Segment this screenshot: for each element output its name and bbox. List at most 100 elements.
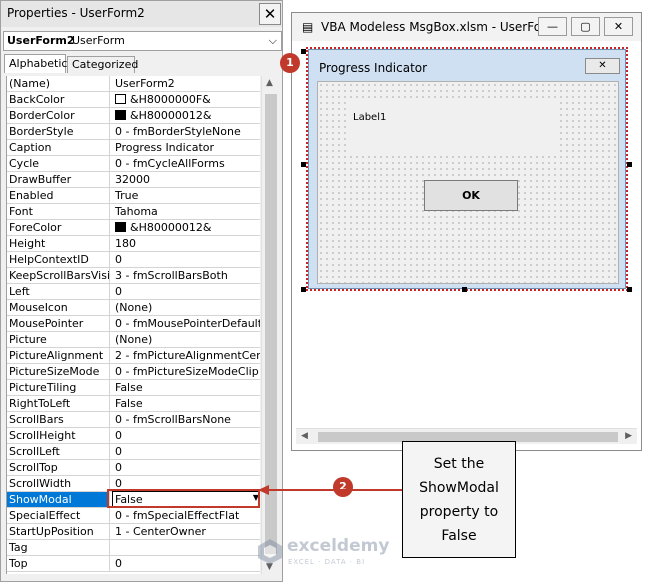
- ok-button[interactable]: OK: [424, 180, 518, 211]
- resize-handle[interactable]: [301, 49, 306, 54]
- property-value[interactable]: 0: [113, 556, 260, 571]
- property-row-top[interactable]: Top 0: [7, 556, 260, 572]
- property-value[interactable]: UserForm2: [113, 76, 260, 91]
- property-row-name[interactable]: (Name) UserForm2: [7, 76, 260, 92]
- property-value[interactable]: 2 - fmPictureAlignmentCenter: [113, 348, 260, 363]
- property-value[interactable]: 0 - fmScrollBarsNone: [113, 412, 260, 427]
- maximize-icon[interactable]: ▢: [571, 17, 600, 36]
- property-value[interactable]: 0 - fmMousePointerDefault: [113, 316, 260, 331]
- property-row-enabled[interactable]: Enabled True: [7, 188, 260, 204]
- property-name[interactable]: ShowModal: [7, 492, 110, 507]
- property-value[interactable]: 0: [113, 428, 260, 443]
- resize-handle[interactable]: [301, 162, 306, 167]
- property-value[interactable]: (None): [113, 300, 260, 315]
- resize-handle[interactable]: [627, 162, 632, 167]
- property-value[interactable]: 0: [113, 460, 260, 475]
- property-name[interactable]: DrawBuffer: [7, 172, 110, 187]
- close-icon[interactable]: ✕: [604, 17, 633, 36]
- property-name[interactable]: Enabled: [7, 188, 110, 203]
- property-row-keepscrollbarsvisible[interactable]: KeepScrollBarsVisible 3 - fmScrollBarsBot…: [7, 268, 260, 284]
- property-name[interactable]: PictureTiling: [7, 380, 110, 395]
- scroll-up-icon[interactable]: ▲: [266, 78, 273, 88]
- property-row-forecolor[interactable]: ForeColor &H80000012&: [7, 220, 260, 236]
- property-value[interactable]: 0: [113, 284, 260, 299]
- property-value[interactable]: 180: [113, 236, 260, 251]
- property-row-left[interactable]: Left 0: [7, 284, 260, 300]
- property-name[interactable]: PictureSizeMode: [7, 364, 110, 379]
- property-value[interactable]: 0 - fmBorderStyleNone: [113, 124, 260, 139]
- property-name[interactable]: ScrollLeft: [7, 444, 110, 459]
- property-row-helpcontextid[interactable]: HelpContextID 0: [7, 252, 260, 268]
- property-row-startupposition[interactable]: StartUpPosition 1 - CenterOwner: [7, 524, 260, 540]
- property-name[interactable]: ScrollHeight: [7, 428, 110, 443]
- property-row-specialeffect[interactable]: SpecialEffect 0 - fmSpecialEffectFlat: [7, 508, 260, 524]
- property-row-mousepointer[interactable]: MousePointer 0 - fmMousePointerDefault: [7, 316, 260, 332]
- property-name[interactable]: BorderStyle: [7, 124, 110, 139]
- property-name[interactable]: (Name): [7, 76, 110, 91]
- property-value[interactable]: 3 - fmScrollBarsBoth: [113, 268, 260, 283]
- property-value[interactable]: 0 - fmCycleAllForms: [113, 156, 260, 171]
- resize-handle[interactable]: [462, 287, 467, 292]
- property-value[interactable]: (None): [113, 332, 260, 347]
- property-value[interactable]: 0: [113, 444, 260, 459]
- property-value[interactable]: 0 - fmSpecialEffectFlat: [113, 508, 260, 523]
- property-row-cycle[interactable]: Cycle 0 - fmCycleAllForms: [7, 156, 260, 172]
- property-row-scrollbars[interactable]: ScrollBars 0 - fmScrollBarsNone: [7, 412, 260, 428]
- property-row-font[interactable]: Font Tahoma: [7, 204, 260, 220]
- property-row-bordercolor[interactable]: BorderColor &H80000012&: [7, 108, 260, 124]
- property-name[interactable]: PictureAlignment: [7, 348, 110, 363]
- property-row-height[interactable]: Height 180: [7, 236, 260, 252]
- property-value[interactable]: [113, 540, 260, 555]
- tab-categorized[interactable]: Categorized: [67, 56, 138, 73]
- property-name[interactable]: Picture: [7, 332, 110, 347]
- property-name[interactable]: BorderColor: [7, 108, 110, 123]
- property-value[interactable]: &H80000012&: [113, 220, 260, 235]
- scroll-right-icon[interactable]: ▶: [625, 431, 632, 441]
- property-value[interactable]: Tahoma: [113, 204, 260, 219]
- property-row-tag[interactable]: Tag: [7, 540, 260, 556]
- property-name[interactable]: MousePointer: [7, 316, 110, 331]
- property-row-borderstyle[interactable]: BorderStyle 0 - fmBorderStyleNone: [7, 124, 260, 140]
- property-row-mouseicon[interactable]: MouseIcon (None): [7, 300, 260, 316]
- property-row-picturetiling[interactable]: PictureTiling False: [7, 380, 260, 396]
- property-name[interactable]: Height: [7, 236, 110, 251]
- label1-control[interactable]: Label1: [348, 98, 558, 156]
- property-row-picture[interactable]: Picture (None): [7, 332, 260, 348]
- property-name[interactable]: Top: [7, 556, 110, 571]
- property-name[interactable]: HelpContextID: [7, 252, 110, 267]
- property-row-scrolltop[interactable]: ScrollTop 0: [7, 460, 260, 476]
- property-value[interactable]: False: [113, 380, 260, 395]
- property-value[interactable]: 32000: [113, 172, 260, 187]
- property-value[interactable]: Progress Indicator: [113, 140, 260, 155]
- property-value[interactable]: True: [113, 188, 260, 203]
- property-name[interactable]: ScrollBars: [7, 412, 110, 427]
- tab-alphabetic[interactable]: Alphabetic: [4, 54, 67, 73]
- property-row-scrollleft[interactable]: ScrollLeft 0: [7, 444, 260, 460]
- property-name[interactable]: Cycle: [7, 156, 110, 171]
- property-name[interactable]: Left: [7, 284, 110, 299]
- property-name[interactable]: Caption: [7, 140, 110, 155]
- property-name[interactable]: StartUpPosition: [7, 524, 110, 539]
- property-name[interactable]: SpecialEffect: [7, 508, 110, 523]
- property-row-scrollheight[interactable]: ScrollHeight 0: [7, 428, 260, 444]
- object-selector-dropdown[interactable]: UserForm2 UserForm ⌵: [3, 31, 282, 51]
- property-name[interactable]: ForeColor: [7, 220, 110, 235]
- form-client-area[interactable]: Label1 OK: [317, 81, 619, 284]
- property-row-drawbuffer[interactable]: DrawBuffer 32000: [7, 172, 260, 188]
- property-name[interactable]: RightToLeft: [7, 396, 110, 411]
- property-name[interactable]: BackColor: [7, 92, 110, 107]
- scroll-left-icon[interactable]: ◀: [301, 431, 308, 441]
- form-close-icon[interactable]: ✕: [585, 58, 620, 74]
- vertical-scrollbar[interactable]: ▲ ▼: [261, 76, 279, 574]
- property-row-righttoleft[interactable]: RightToLeft False: [7, 396, 260, 412]
- property-value[interactable]: 1 - CenterOwner: [113, 524, 260, 539]
- property-value[interactable]: 0 - fmPictureSizeModeClip: [113, 364, 260, 379]
- resize-handle[interactable]: [627, 287, 632, 292]
- property-name[interactable]: Tag: [7, 540, 110, 555]
- property-value[interactable]: 0: [113, 252, 260, 267]
- property-row-picturesizemode[interactable]: PictureSizeMode 0 - fmPictureSizeModeClip: [7, 364, 260, 380]
- property-name[interactable]: KeepScrollBarsVisible: [7, 268, 110, 283]
- chevron-down-icon[interactable]: ⌵: [269, 34, 277, 48]
- property-name[interactable]: Font: [7, 204, 110, 219]
- property-row-caption[interactable]: Caption Progress Indicator: [7, 140, 260, 156]
